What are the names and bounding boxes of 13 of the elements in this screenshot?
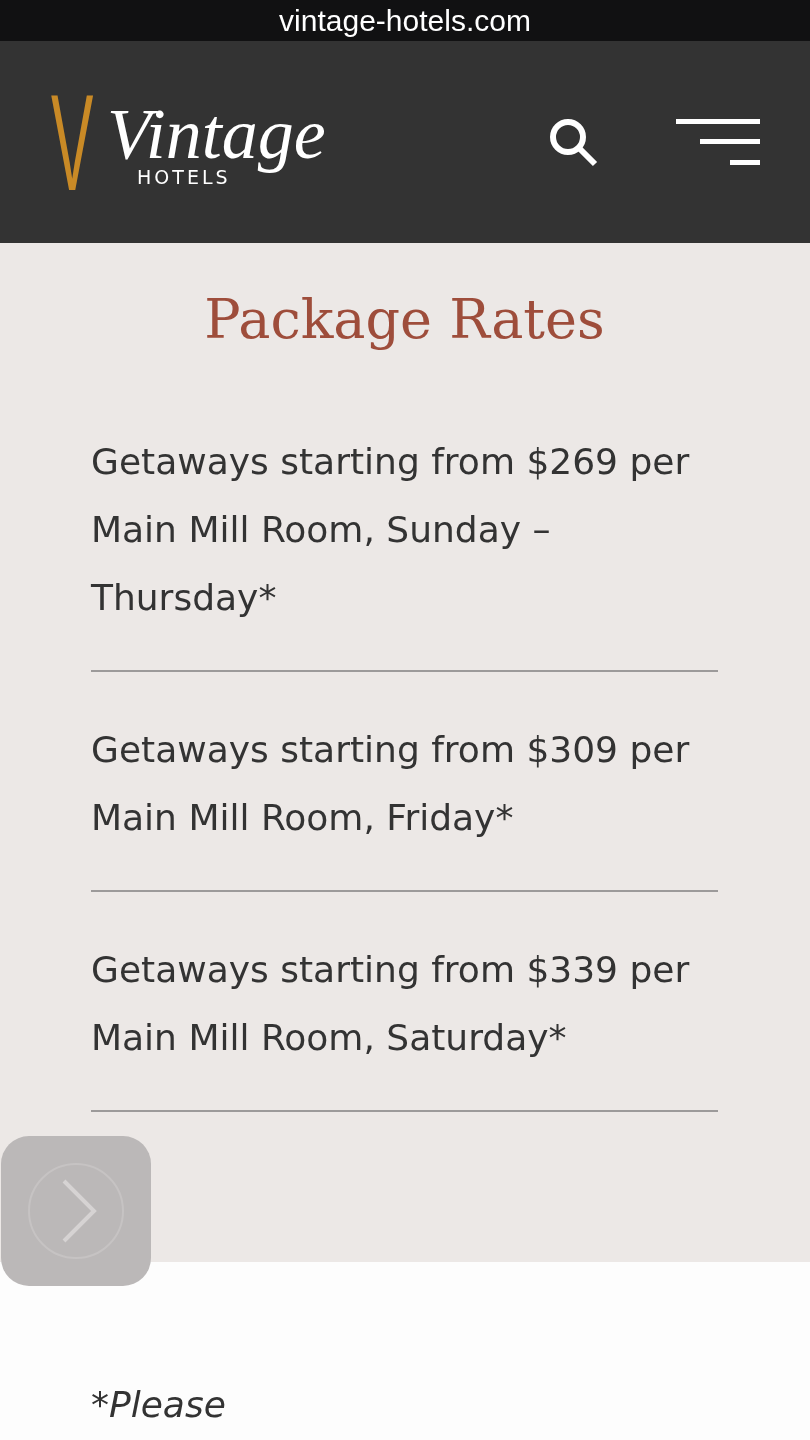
menu-button[interactable] xyxy=(676,119,760,165)
logo-mark: V xyxy=(51,89,94,195)
search-button[interactable] xyxy=(548,117,598,167)
rate-text: Getaways starting from $309 per Main Mill Room, Friday* xyxy=(91,728,691,840)
menu-icon xyxy=(676,119,760,165)
rate-text: Getaways starting from $339 per Main Mill Room, Saturday* xyxy=(91,948,691,1060)
section-title: Package Rates xyxy=(203,287,606,353)
search-icon xyxy=(548,117,598,167)
chevron-circle-icon xyxy=(26,1161,126,1261)
rate-text: Getaways starting from $269 per Main Mill Room, Sunday – Thursday* xyxy=(91,440,691,620)
logo-script: Vintage xyxy=(107,96,326,172)
footnote-text: *Please xyxy=(91,1383,227,1427)
address-text: vintage-hotels.com xyxy=(279,3,531,38)
